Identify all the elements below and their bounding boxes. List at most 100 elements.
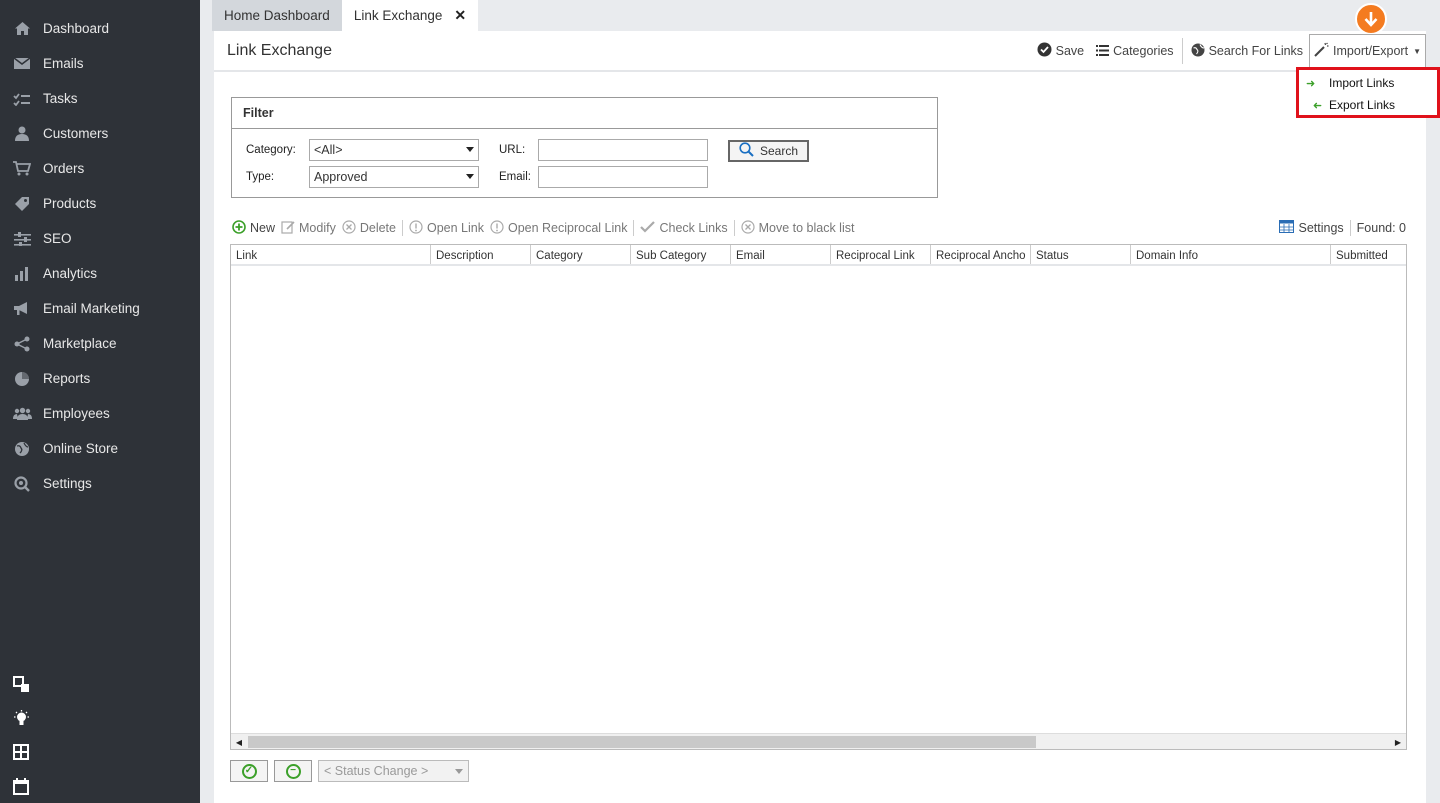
column-header[interactable]: Category	[531, 245, 631, 264]
grid-settings-button[interactable]: Settings	[1279, 220, 1349, 236]
import-export-menu: ➜ Import Links ➜ Export Links	[1296, 67, 1440, 118]
sidebar-item-tasks[interactable]: Tasks	[0, 81, 200, 116]
sidebar-item-label: Marketplace	[43, 336, 117, 351]
column-header[interactable]: Sub Category	[631, 245, 731, 264]
approve-button[interactable]: ✓	[230, 760, 268, 782]
delete-icon	[740, 219, 755, 237]
sidebar-item-products[interactable]: Products	[0, 186, 200, 221]
open-link-button[interactable]: Open Link	[409, 219, 490, 237]
open-reciprocal-link-label: Open Reciprocal Link	[507, 221, 628, 235]
import-export-label: Import/Export	[1333, 44, 1409, 58]
import-export-button[interactable]: Import/Export ▼	[1309, 34, 1426, 68]
windows-icon[interactable]	[12, 675, 30, 693]
calculator-icon[interactable]	[12, 743, 30, 761]
scroll-right-icon[interactable]: ▶	[1390, 734, 1406, 750]
search-label: Search	[759, 144, 799, 158]
column-header[interactable]: Submitted	[1331, 245, 1406, 264]
new-button[interactable]: New	[232, 219, 281, 237]
links-grid: Link Description Category Sub Category E…	[230, 244, 1407, 750]
filter-title: Filter	[232, 98, 937, 129]
type-label: Type:	[246, 171, 275, 183]
column-header[interactable]: Reciprocal Ancho	[931, 245, 1031, 264]
caret-down-icon	[466, 174, 474, 179]
bar-chart-icon	[12, 266, 32, 282]
search-for-links-button[interactable]: Search For Links	[1185, 37, 1309, 65]
sidebar-item-label: Customers	[43, 126, 109, 141]
sidebar-nav: Dashboard Emails Tasks Customers Orders	[0, 11, 200, 501]
sidebar-item-label: SEO	[43, 231, 72, 246]
sidebar-item-marketplace[interactable]: Marketplace	[0, 326, 200, 361]
sidebar-item-customers[interactable]: Customers	[0, 116, 200, 151]
sidebar-item-dashboard[interactable]: Dashboard	[0, 11, 200, 46]
column-header[interactable]: Link	[231, 245, 431, 264]
found-count: Found: 0	[1356, 221, 1406, 235]
separator	[401, 220, 403, 236]
categories-label: Categories	[1113, 44, 1174, 58]
search-for-links-label: Search For Links	[1208, 44, 1304, 58]
menu-item-export-links[interactable]: ➜ Export Links	[1299, 94, 1437, 116]
magic-wand-icon	[1314, 42, 1329, 60]
sidebar-item-analytics[interactable]: Analytics	[0, 256, 200, 291]
sidebar-item-email-marketing[interactable]: Email Marketing	[0, 291, 200, 326]
sidebar-item-label: Tasks	[43, 91, 78, 106]
menu-item-label: Export Links	[1329, 98, 1396, 112]
sidebar-item-label: Email Marketing	[43, 301, 140, 316]
menu-item-import-links[interactable]: ➜ Import Links	[1299, 72, 1437, 94]
scroll-left-icon[interactable]: ◀	[231, 734, 247, 750]
column-header[interactable]: Reciprocal Link	[831, 245, 931, 264]
horizontal-scrollbar[interactable]: ◀ ▶	[231, 733, 1406, 749]
sidebar-item-orders[interactable]: Orders	[0, 151, 200, 186]
save-button[interactable]: Save	[1031, 37, 1091, 65]
sidebar-item-reports[interactable]: Reports	[0, 361, 200, 396]
modify-button[interactable]: Modify	[281, 220, 342, 237]
close-icon[interactable]: ✕	[454, 7, 466, 24]
delete-button[interactable]: Delete	[342, 219, 402, 237]
column-header[interactable]: Domain Info	[1131, 245, 1331, 264]
separator	[633, 220, 635, 236]
type-value: Approved	[314, 170, 368, 184]
reject-button[interactable]: −	[274, 760, 312, 782]
list-icon	[1096, 44, 1110, 59]
sidebar-item-label: Products	[43, 196, 97, 211]
email-input[interactable]	[538, 166, 708, 188]
sidebar-item-employees[interactable]: Employees	[0, 396, 200, 431]
open-reciprocal-link-button[interactable]: Open Reciprocal Link	[490, 219, 634, 237]
cart-icon	[12, 161, 32, 177]
sidebar-item-online-store[interactable]: Online Store	[0, 431, 200, 466]
check-circle-icon: ✓	[241, 763, 257, 779]
separator	[1181, 38, 1183, 64]
categories-button[interactable]: Categories	[1090, 37, 1179, 65]
tab-home-dashboard[interactable]: Home Dashboard	[212, 0, 342, 31]
scrollbar-thumb[interactable]	[248, 736, 1036, 748]
category-label: Category:	[246, 144, 296, 156]
status-change-select[interactable]: < Status Change >	[318, 760, 469, 782]
move-to-black-list-button[interactable]: Move to black list	[740, 219, 861, 237]
sidebar-item-seo[interactable]: SEO	[0, 221, 200, 256]
sidebar-item-settings[interactable]: Settings	[0, 466, 200, 501]
check-circle-icon	[1037, 42, 1052, 60]
main-panel: Link Exchange Save Categories Search For…	[214, 3, 1426, 803]
category-value: <All>	[314, 143, 343, 157]
column-header[interactable]: Description	[431, 245, 531, 264]
category-select[interactable]: <All>	[309, 139, 479, 161]
grid-settings-label: Settings	[1298, 221, 1344, 235]
tab-link-exchange[interactable]: Link Exchange ✕	[341, 0, 479, 31]
status-change-value: < Status Change >	[324, 764, 429, 778]
search-button[interactable]: Search	[728, 140, 809, 162]
caret-down-icon	[455, 769, 463, 774]
column-header[interactable]: Status	[1031, 245, 1131, 264]
check-links-button[interactable]: Check Links	[640, 220, 733, 236]
menu-item-label: Import Links	[1329, 76, 1395, 90]
url-input[interactable]	[538, 139, 708, 161]
sidebar-item-emails[interactable]: Emails	[0, 46, 200, 81]
header-actions: Save Categories Search For Links Import/…	[1031, 33, 1426, 69]
column-header[interactable]: Email	[731, 245, 831, 264]
lightbulb-icon[interactable]	[12, 709, 30, 727]
check-icon	[640, 220, 656, 236]
sidebar-item-label: Settings	[43, 476, 92, 491]
arrow-left-icon: ➜	[1312, 99, 1322, 112]
url-label: URL:	[499, 144, 526, 156]
sidebar-item-label: Online Store	[43, 441, 119, 456]
calendar-icon[interactable]	[12, 777, 30, 795]
type-select[interactable]: Approved	[309, 166, 479, 188]
